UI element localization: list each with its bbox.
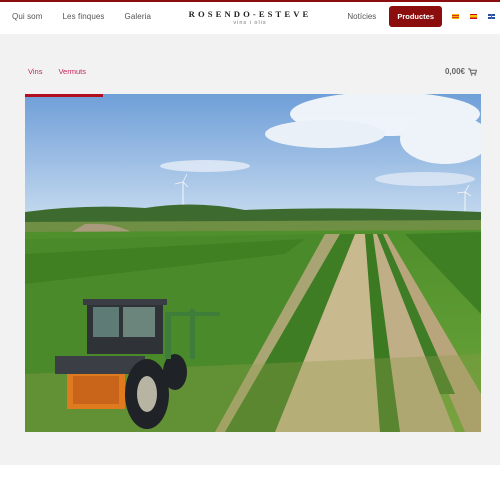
slider-progress-bar bbox=[25, 94, 103, 97]
main-nav-right: Notícies Productes bbox=[347, 2, 500, 30]
productes-button[interactable]: Productes bbox=[389, 5, 442, 27]
vineyard-tractor-photo bbox=[25, 94, 481, 432]
site-header: Qui som Les finques Galeria ROSENDO-ESTE… bbox=[0, 2, 500, 34]
cart-icon bbox=[468, 67, 477, 76]
product-subnav: Vins Vermuts bbox=[28, 67, 102, 76]
flag-spanish-icon[interactable] bbox=[470, 13, 477, 19]
cart-total: 0,00€ bbox=[444, 67, 465, 76]
cart-widget[interactable]: 0,00€ bbox=[445, 67, 477, 76]
flag-catalan-icon[interactable] bbox=[452, 13, 459, 19]
page-footer-strip bbox=[0, 465, 500, 500]
flag-english-icon[interactable] bbox=[488, 13, 495, 19]
hero-slider-image bbox=[25, 94, 481, 432]
subnav-vermuts[interactable]: Vermuts bbox=[58, 67, 86, 76]
nav-noticies[interactable]: Notícies bbox=[347, 12, 376, 21]
subnav-vins[interactable]: Vins bbox=[28, 67, 42, 76]
